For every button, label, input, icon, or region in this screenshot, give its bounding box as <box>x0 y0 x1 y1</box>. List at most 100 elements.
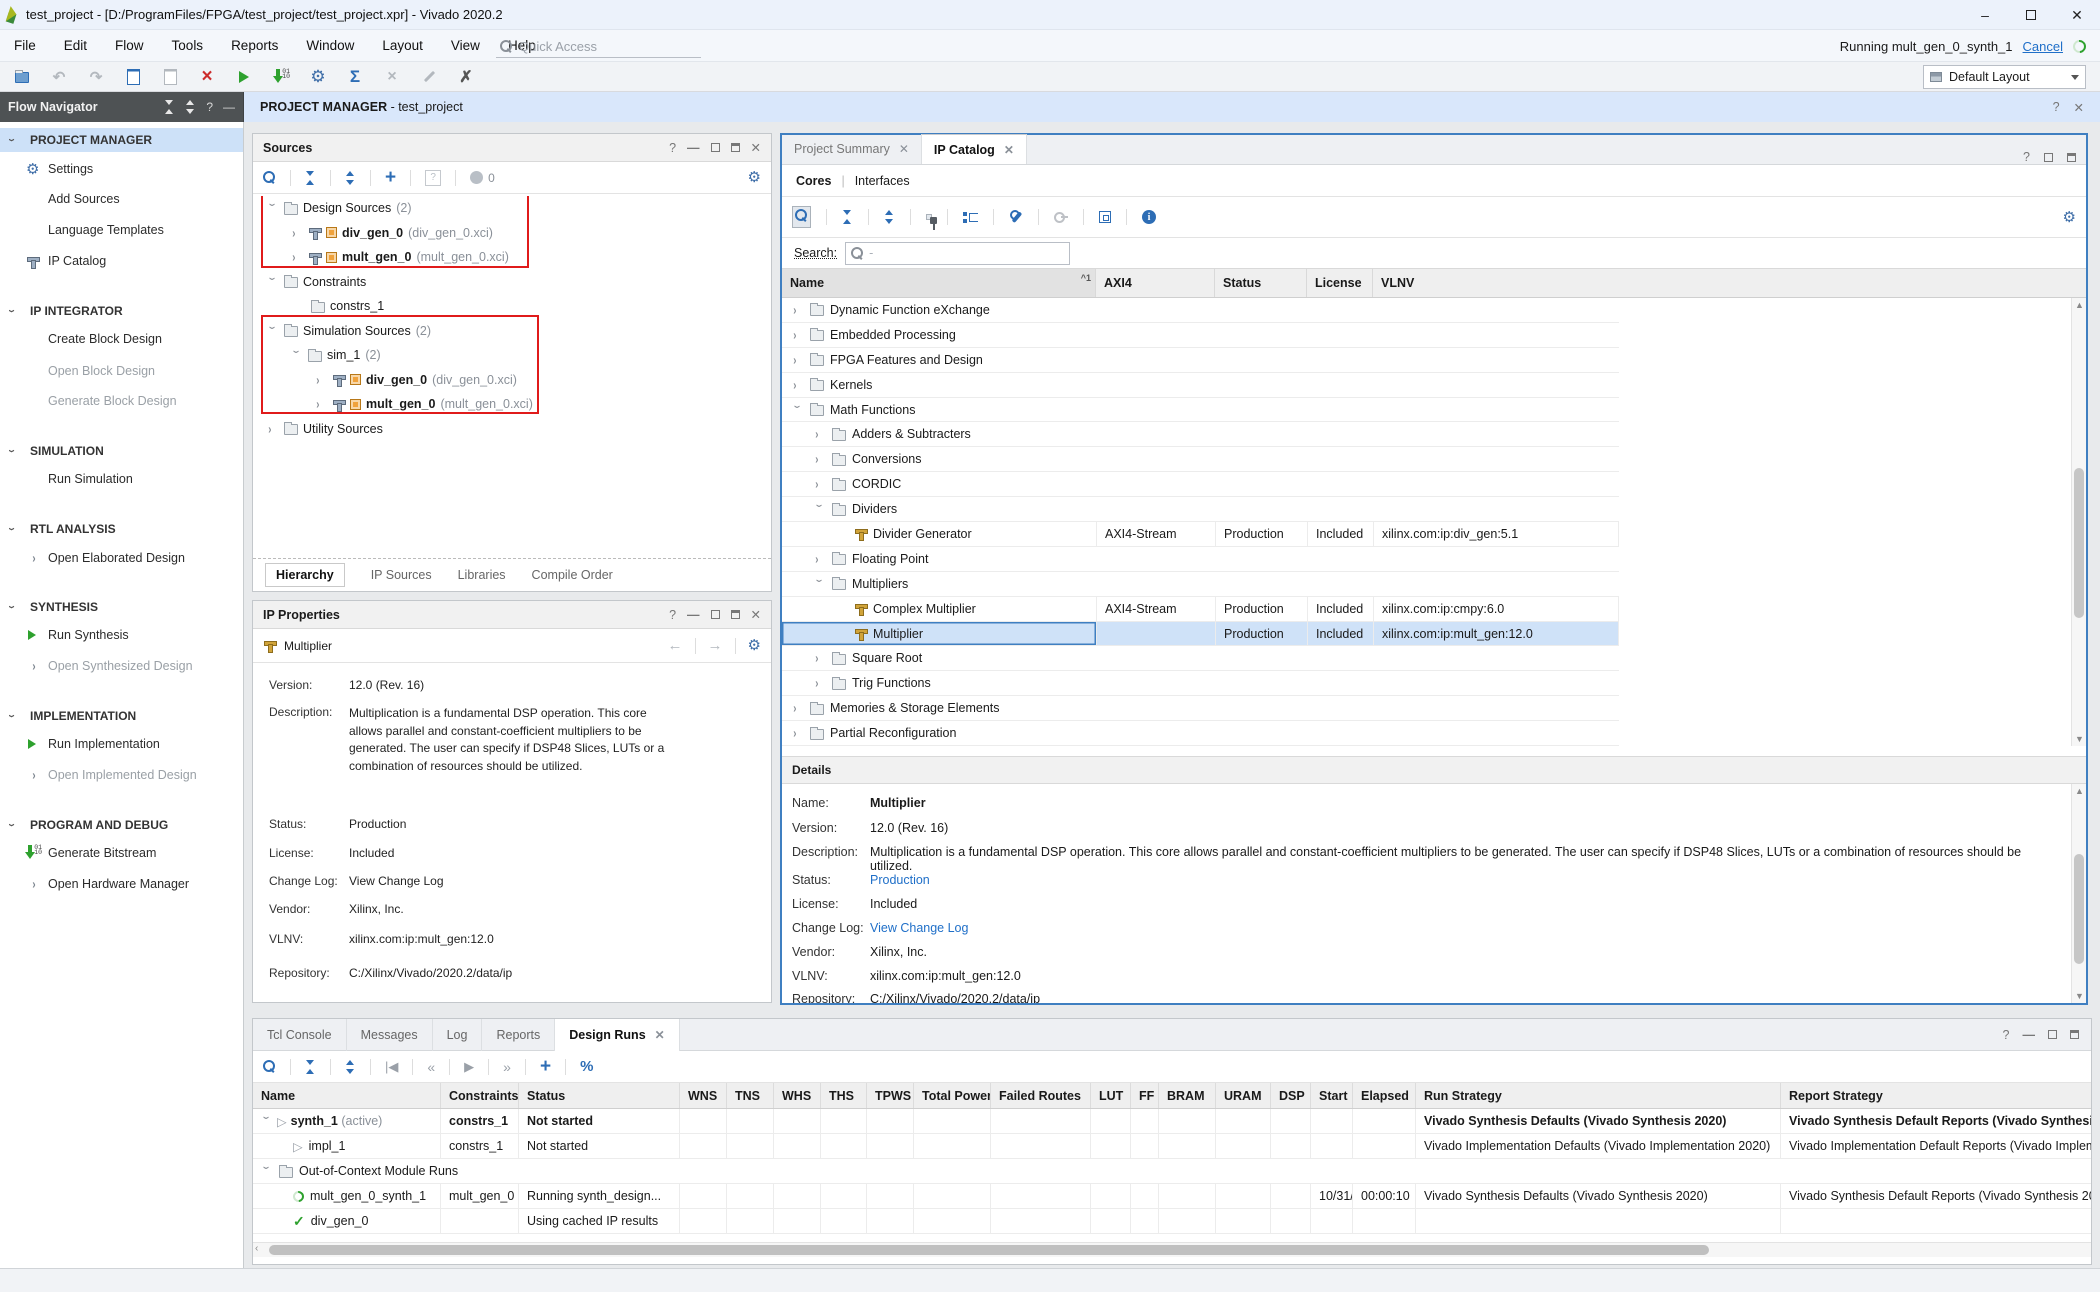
float-panel-icon[interactable] <box>2070 1030 2079 1039</box>
chevron-expanded-icon[interactable]: › <box>259 1116 274 1126</box>
column-uram[interactable]: URAM <box>1216 1083 1271 1108</box>
cancel-link[interactable]: Cancel <box>2023 39 2063 54</box>
run-row-mult-gen-0-synth-1[interactable]: mult_gen_0_synth_1 mult_gen_0 Running sy… <box>253 1184 2091 1209</box>
sidebar-section-program-and-debug[interactable]: ›PROGRAM AND DEBUG <box>0 813 243 837</box>
float-panel-icon[interactable] <box>731 143 740 152</box>
chevron-right-icon[interactable]: › <box>815 452 825 467</box>
sidebar-item-settings[interactable]: ⚙Settings <box>0 157 243 181</box>
tab-reports[interactable]: Reports <box>482 1019 555 1051</box>
status-value[interactable]: Production <box>349 817 406 831</box>
layout-selector[interactable]: Default Layout <box>1923 65 2086 89</box>
tree-row-sim-div-gen-0[interactable]: ›div_gen_0(div_gen_0.xci) <box>253 368 771 393</box>
chevron-right-icon[interactable]: › <box>292 225 302 240</box>
maximize-button[interactable] <box>2008 0 2054 30</box>
minimize-button[interactable]: – <box>1962 0 2008 30</box>
menu-view[interactable]: View <box>437 30 494 62</box>
collapse-all-icon[interactable] <box>305 171 316 185</box>
scroll-up-icon[interactable]: ▲ <box>2072 784 2087 798</box>
tab-tcl-console[interactable]: Tcl Console <box>253 1019 347 1051</box>
redo-button[interactable]: ↷ <box>86 67 106 87</box>
column-ff[interactable]: FF <box>1131 1083 1159 1108</box>
search-toggle-button[interactable] <box>792 206 811 228</box>
column-start[interactable]: Start <box>1311 1083 1353 1108</box>
column-header-name[interactable]: Name^1 <box>782 269 1096 297</box>
column-status[interactable]: Status <box>519 1083 680 1108</box>
chevron-right-icon[interactable]: › <box>793 352 803 367</box>
column-report-strategy[interactable]: Report Strategy <box>1781 1083 2091 1108</box>
minimize-panel-icon[interactable]: — <box>687 608 700 622</box>
chevron-expanded-icon[interactable]: › <box>790 405 805 415</box>
menu-tools[interactable]: Tools <box>158 30 218 62</box>
undo-button[interactable]: ↶ <box>49 67 69 87</box>
catalog-row-divider-generator[interactable]: Divider GeneratorAXI4-StreamProductionIn… <box>782 522 1619 547</box>
gear-icon[interactable]: ⚙ <box>748 170 761 185</box>
chevron-right-icon[interactable]: › <box>268 421 278 436</box>
chevron-expanded-icon[interactable]: › <box>265 203 280 213</box>
info-icon[interactable]: i <box>1142 210 1156 224</box>
chevron-right-icon[interactable]: › <box>815 551 825 566</box>
sidebar-section-synthesis[interactable]: ›SYNTHESIS <box>0 595 243 619</box>
float-panel-icon[interactable] <box>731 610 740 619</box>
chevron-expanded-icon[interactable]: › <box>812 579 827 589</box>
settings-gear-button[interactable]: ⚙ <box>308 67 328 87</box>
column-constraints[interactable]: Constraints <box>441 1083 519 1108</box>
catalog-row-multipliers[interactable]: ›Multipliers <box>782 572 1619 597</box>
scroll-down-icon[interactable]: ▼ <box>2072 989 2087 1003</box>
catalog-row-memories-storage[interactable]: ›Memories & Storage Elements <box>782 696 1619 721</box>
search-icon[interactable] <box>263 1060 276 1073</box>
sidebar-item-run-implementation[interactable]: Run Implementation <box>0 732 243 756</box>
catalog-row-trig-functions[interactable]: ›Trig Functions <box>782 671 1619 696</box>
sidebar-section-ip-integrator[interactable]: ›IP INTEGRATOR <box>0 299 243 323</box>
catalog-row-fpga-features[interactable]: ›FPGA Features and Design <box>782 348 1619 373</box>
collapse-all-icon[interactable] <box>164 100 175 114</box>
collapse-all-icon[interactable] <box>842 210 853 224</box>
chevron-right-icon[interactable]: › <box>316 372 326 387</box>
column-lut[interactable]: LUT <box>1091 1083 1131 1108</box>
tab-hierarchy[interactable]: Hierarchy <box>265 563 345 587</box>
expand-all-icon[interactable] <box>345 171 356 185</box>
run-button[interactable] <box>234 67 254 87</box>
create-run-icon[interactable]: + <box>540 1060 551 1074</box>
menu-reports[interactable]: Reports <box>217 30 292 62</box>
sidebar-item-open-hardware-manager[interactable]: ›Open Hardware Manager <box>0 872 243 896</box>
column-run-strategy[interactable]: Run Strategy <box>1416 1083 1781 1108</box>
maximize-panel-icon[interactable] <box>2044 153 2053 162</box>
tab-libraries[interactable]: Libraries <box>458 568 506 582</box>
expand-all-icon[interactable] <box>185 100 196 114</box>
catalog-row-multiplier-selected[interactable]: MultiplierProductionIncludedxilinx.com:i… <box>782 622 1619 647</box>
column-elapsed[interactable]: Elapsed <box>1353 1083 1416 1108</box>
menu-layout[interactable]: Layout <box>368 30 437 62</box>
tree-row-constrs-1[interactable]: constrs_1 <box>253 294 771 319</box>
chevron-expanded-icon[interactable]: › <box>289 350 304 360</box>
tab-compile-order[interactable]: Compile Order <box>532 568 613 582</box>
chip-icon[interactable] <box>1099 211 1111 223</box>
minimize-panel-icon[interactable]: — <box>223 100 235 114</box>
tab-ip-catalog[interactable]: IP Catalog✕ <box>922 134 1027 164</box>
chevron-expanded-icon[interactable]: › <box>259 1166 274 1176</box>
search-icon[interactable] <box>263 171 276 184</box>
ip-catalog-scrollbar[interactable]: ▲ ▼ <box>2071 298 2086 746</box>
tree-row-design-sources[interactable]: ›Design Sources(2) <box>253 196 771 221</box>
catalog-row-square-root[interactable]: ›Square Root <box>782 646 1619 671</box>
expand-all-icon[interactable] <box>884 210 895 224</box>
chevron-expanded-icon[interactable]: › <box>265 326 280 336</box>
close-tab-icon[interactable]: ✕ <box>899 142 909 156</box>
chevron-expanded-icon[interactable]: › <box>265 277 280 287</box>
tab-log[interactable]: Log <box>433 1019 483 1051</box>
menu-edit[interactable]: Edit <box>50 30 101 62</box>
run-row-synth-1[interactable]: ›▷synth_1 (active) constrs_1 Not started… <box>253 1109 2091 1134</box>
sidebar-item-language-templates[interactable]: Language Templates <box>0 218 243 242</box>
column-header-axi4[interactable]: AXI4 <box>1096 269 1215 297</box>
help-icon[interactable]: ? <box>2003 1028 2010 1042</box>
gear-icon[interactable]: ⚙ <box>2063 210 2076 225</box>
tree-row-div-gen-0[interactable]: ›div_gen_0(div_gen_0.xci) <box>253 221 771 246</box>
ip-search-input[interactable]: - <box>845 242 1070 265</box>
catalog-row-cordic[interactable]: ›CORDIC <box>782 472 1619 497</box>
expand-all-icon[interactable] <box>345 1060 356 1074</box>
change-log-link[interactable]: View Change Log <box>349 874 444 888</box>
group-by-icon[interactable] <box>963 210 978 224</box>
add-sources-icon[interactable]: + <box>385 171 396 185</box>
close-button[interactable]: ✕ <box>2054 0 2100 30</box>
catalog-row-conversions[interactable]: ›Conversions <box>782 447 1619 472</box>
close-tab-icon[interactable]: ✕ <box>1004 143 1014 157</box>
